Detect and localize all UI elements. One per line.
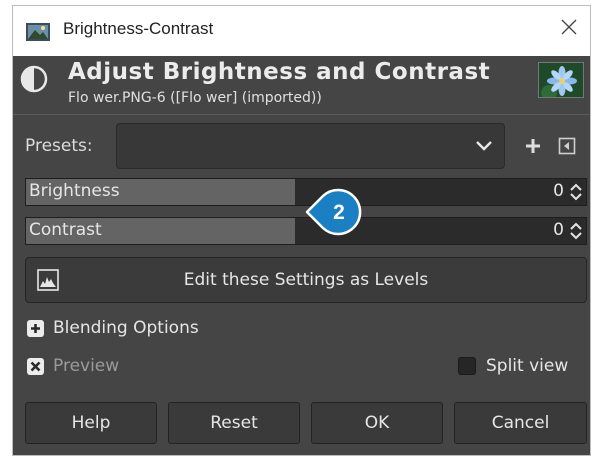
- ok-button[interactable]: OK: [311, 402, 443, 444]
- close-icon: [561, 19, 577, 35]
- dialog-heading: Adjust Brightness and Contrast: [68, 59, 491, 85]
- add-preset-button[interactable]: [523, 136, 543, 156]
- split-view-checkbox[interactable]: Split view: [458, 356, 568, 376]
- preview-checkbox[interactable]: Preview: [27, 356, 119, 376]
- presets-label: Presets:: [25, 136, 93, 156]
- blending-options-label: Blending Options: [53, 318, 199, 338]
- brightness-contrast-icon: [20, 65, 48, 93]
- presets-menu-button[interactable]: [558, 137, 576, 155]
- preview-label: Preview: [53, 356, 120, 376]
- brightness-value[interactable]: 0: [553, 181, 564, 201]
- brightness-contrast-dialog: Brightness-Contrast Adjust Brightness an…: [12, 5, 591, 456]
- step-callout-number: 2: [333, 201, 345, 224]
- dialog-header: Adjust Brightness and Contrast Flo wer.P…: [13, 56, 590, 114]
- flower-image-thumbnail: [538, 62, 584, 98]
- expand-plus-icon: [27, 319, 44, 337]
- presets-dropdown[interactable]: [116, 123, 505, 169]
- check-x-icon: [30, 361, 41, 371]
- header-separator: [13, 114, 590, 115]
- preview-checkbox-box[interactable]: [27, 357, 44, 375]
- edit-as-levels-button[interactable]: Edit these Settings as Levels: [25, 257, 587, 303]
- gimp-app-icon: [26, 23, 50, 41]
- reset-button[interactable]: Reset: [168, 402, 300, 444]
- contrast-label: Contrast: [29, 220, 102, 240]
- blending-options-expander[interactable]: Blending Options: [27, 316, 199, 340]
- chevron-down-icon: [476, 141, 492, 151]
- image-subtitle: Flo wer.PNG-6 ([Flo wer] (imported)): [68, 90, 322, 106]
- cancel-button[interactable]: Cancel: [454, 402, 587, 444]
- title-bar: Brightness-Contrast: [13, 6, 590, 56]
- step-callout-marker: 2: [305, 187, 363, 237]
- contrast-spinner-icon[interactable]: [569, 221, 583, 241]
- window-title: Brightness-Contrast: [63, 19, 214, 38]
- help-button[interactable]: Help: [25, 402, 157, 444]
- close-button[interactable]: [556, 14, 582, 40]
- split-view-label: Split view: [486, 356, 569, 376]
- edit-as-levels-label: Edit these Settings as Levels: [183, 270, 429, 290]
- brightness-label: Brightness: [29, 181, 120, 201]
- brightness-spinner-icon[interactable]: [569, 182, 583, 202]
- split-view-checkbox-box[interactable]: [458, 357, 476, 375]
- contrast-value[interactable]: 0: [553, 220, 564, 240]
